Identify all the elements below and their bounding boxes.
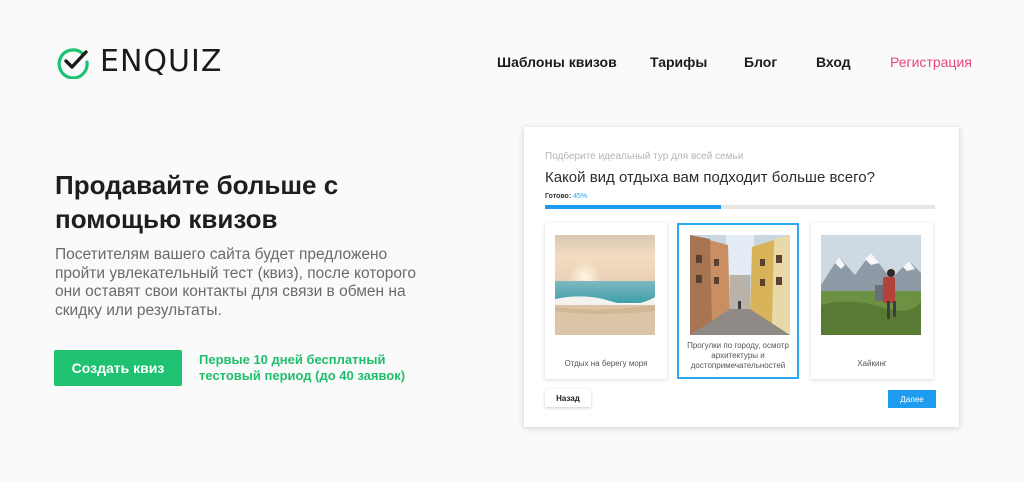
option-card-city[interactable]: Прогулки по городу, осмотр архитектуры и… bbox=[677, 223, 799, 379]
quiz-preview: Подберите идеальный тур для всей семьи К… bbox=[524, 127, 959, 427]
beach-image bbox=[555, 235, 655, 335]
nav-item-login[interactable]: Вход bbox=[816, 54, 851, 70]
check-circle-icon bbox=[57, 47, 89, 79]
option-label: Хайкинг bbox=[857, 359, 887, 368]
old-town-street-image bbox=[690, 235, 790, 335]
progress-fill bbox=[545, 205, 721, 209]
back-button[interactable]: Назад bbox=[545, 389, 591, 407]
logo[interactable]: ENQUIZ bbox=[56, 44, 222, 79]
header: ENQUIZ Шаблоны квизов Тарифы Блог Вход Р… bbox=[0, 0, 1024, 110]
option-card-beach[interactable]: Отдых на берегу моря bbox=[545, 223, 667, 379]
option-label: Отдых на берегу моря bbox=[564, 359, 648, 368]
nav-item-pricing[interactable]: Тарифы bbox=[650, 54, 707, 70]
mountain-hiker-image bbox=[821, 235, 921, 335]
nav-item-templates[interactable]: Шаблоны квизов bbox=[497, 54, 617, 70]
option-card-hiking[interactable]: Хайкинг bbox=[811, 223, 933, 379]
progress-value: 45% bbox=[573, 193, 588, 200]
quiz-question: Какой вид отдыха вам подходит больше все… bbox=[545, 169, 875, 186]
hero-description: Посетителям вашего сайта будет предложен… bbox=[55, 246, 416, 319]
progress-bar bbox=[545, 205, 935, 209]
create-quiz-button[interactable]: Создать квиз bbox=[54, 350, 182, 386]
option-label: Прогулки по городу, осмотр архитектуры и… bbox=[687, 341, 789, 370]
nav-item-register[interactable]: Регистрация bbox=[890, 54, 972, 70]
progress-label: Готово: 45% bbox=[545, 193, 587, 200]
next-button[interactable]: Далее bbox=[888, 390, 936, 408]
trial-note: Первые 10 дней бесплатный тестовый перио… bbox=[199, 352, 406, 383]
nav-item-blog[interactable]: Блог bbox=[744, 54, 777, 70]
brand-name: ENQUIZ bbox=[100, 44, 223, 79]
quiz-subtitle: Подберите идеальный тур для всей семьи bbox=[545, 151, 744, 162]
hero-title: Продавайте больше с помощью квизов bbox=[55, 170, 339, 234]
progress-caption: Готово: bbox=[545, 193, 572, 200]
